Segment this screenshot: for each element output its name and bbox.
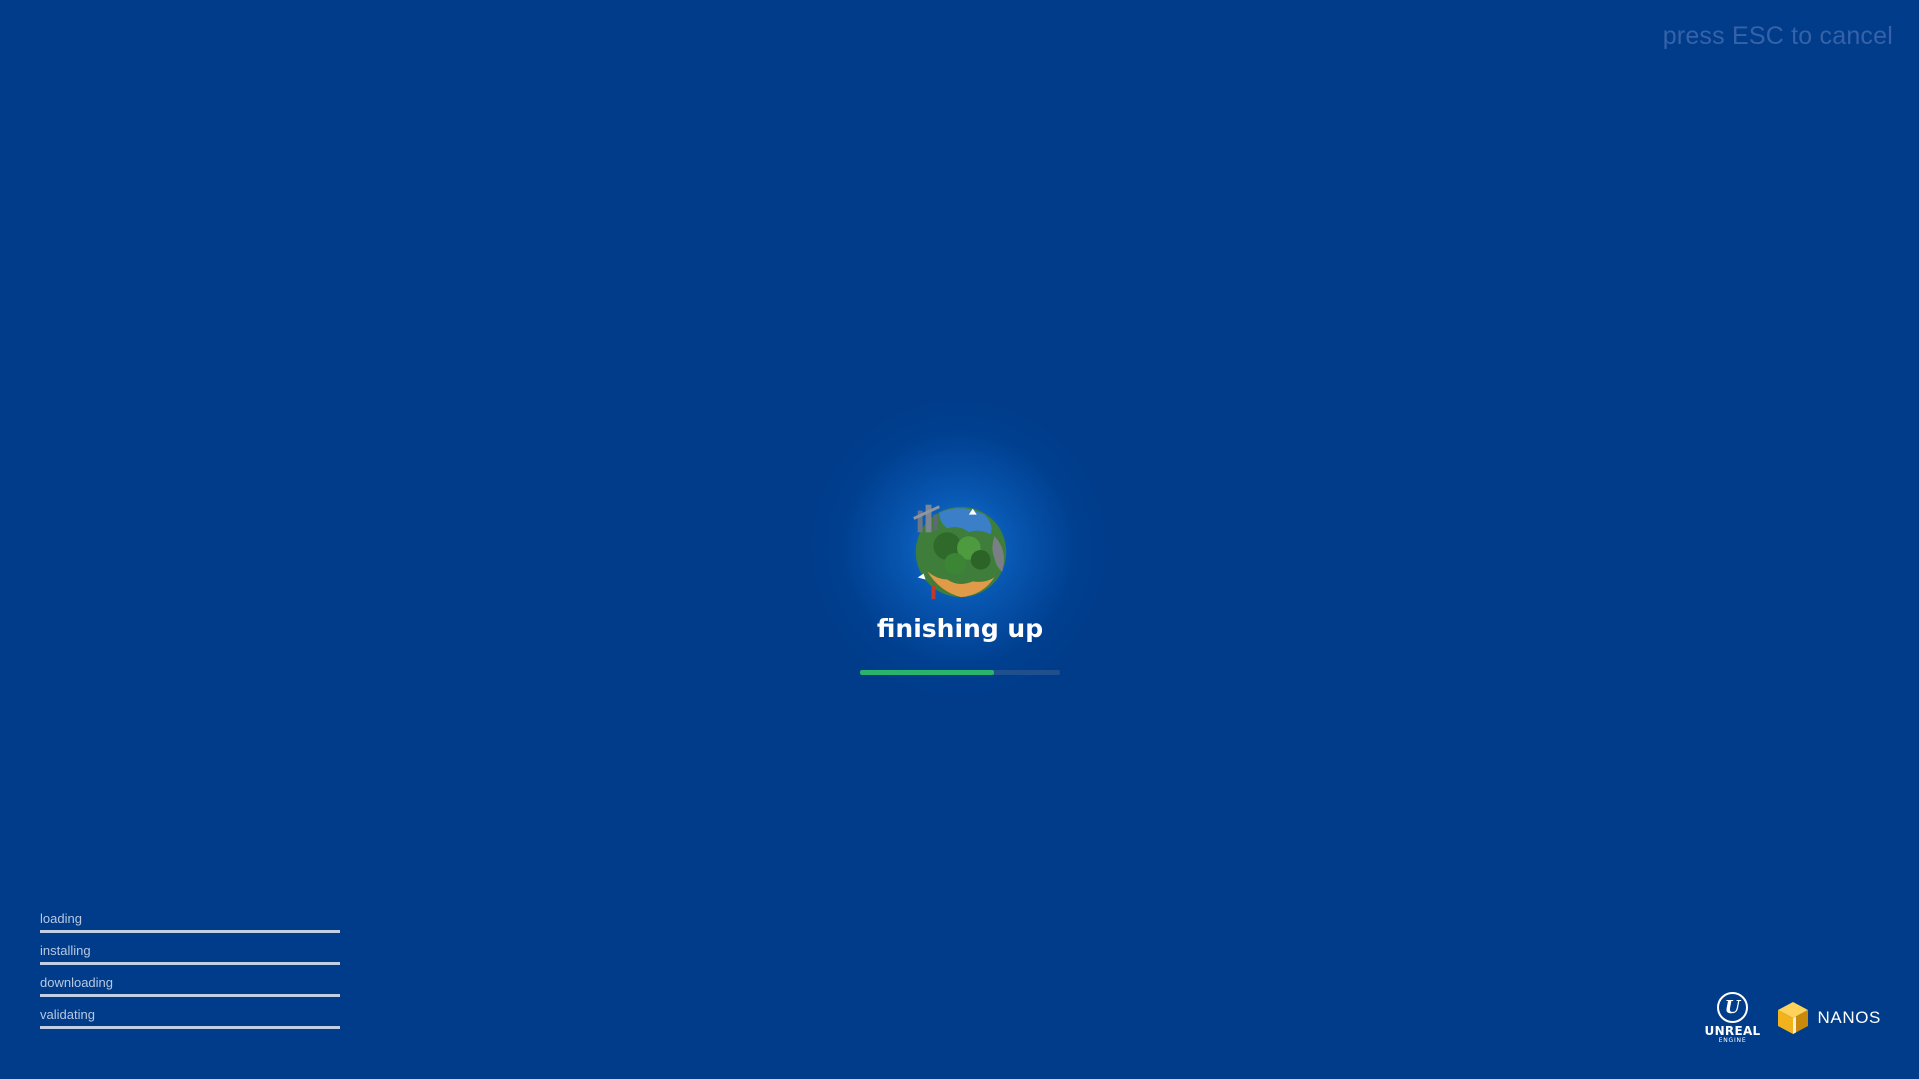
task-progress-fill bbox=[40, 930, 340, 933]
main-progress-fill bbox=[860, 670, 994, 675]
unreal-engine-logo-icon: U UNREAL ENGINE bbox=[1700, 992, 1766, 1044]
task-progress-bar bbox=[40, 994, 340, 997]
nanos-logo: NANOS bbox=[1776, 1000, 1881, 1036]
brand-logos: U UNREAL ENGINE NANOS bbox=[1700, 992, 1881, 1044]
unreal-mark: U bbox=[1717, 992, 1749, 1023]
task-progress-bar bbox=[40, 962, 340, 965]
nanos-wordmark: NANOS bbox=[1817, 1008, 1881, 1027]
task-progress-fill bbox=[40, 962, 340, 965]
main-progress-bar bbox=[860, 670, 1060, 675]
task-progress-fill bbox=[40, 994, 340, 997]
unreal-wordmark: UNREAL bbox=[1704, 1024, 1761, 1038]
task-item-installing: installing bbox=[40, 943, 340, 975]
task-label: downloading bbox=[40, 975, 114, 990]
task-progress-bar bbox=[40, 930, 340, 933]
task-progress-bar bbox=[40, 1026, 340, 1029]
task-item-loading: loading bbox=[40, 911, 340, 943]
task-label: validating bbox=[40, 1007, 95, 1022]
task-progress-fill bbox=[40, 1026, 340, 1029]
task-item-validating: validating bbox=[40, 1007, 340, 1039]
nanos-cube-icon bbox=[1777, 1002, 1808, 1034]
planet-globe-icon bbox=[913, 504, 1007, 600]
task-item-downloading: downloading bbox=[40, 975, 340, 1007]
loading-screen: press ESC to cancel finishing up loading… bbox=[0, 0, 1919, 1079]
task-label: loading bbox=[40, 911, 82, 926]
status-title: finishing up bbox=[876, 614, 1044, 643]
task-list: loading installing downloading validatin… bbox=[40, 911, 340, 1039]
task-label: installing bbox=[40, 943, 91, 958]
unreal-subtitle: ENGINE bbox=[1718, 1037, 1747, 1044]
